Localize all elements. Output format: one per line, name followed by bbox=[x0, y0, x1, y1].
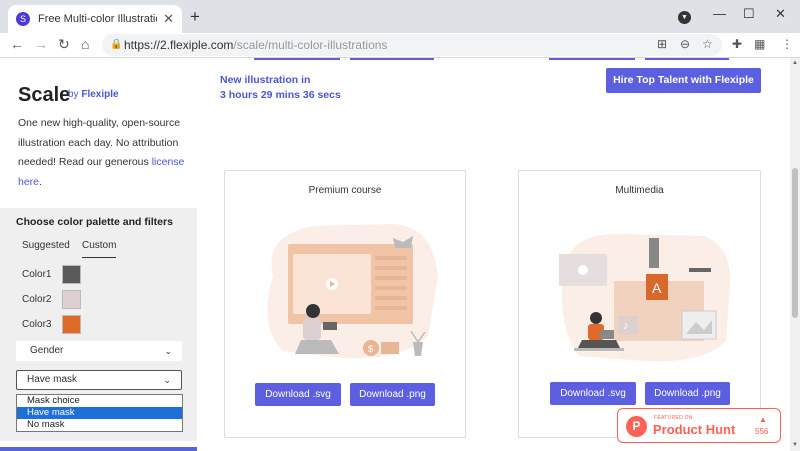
download-png-button[interactable]: Download .png bbox=[645, 382, 730, 405]
tab-title: Free Multi-color Illustrations fo bbox=[38, 13, 157, 25]
color1-label: Color1 bbox=[22, 269, 52, 280]
browser-tab[interactable]: S Free Multi-color Illustrations fo ✕ bbox=[8, 5, 182, 33]
url-host: https://2.flexiple.com bbox=[124, 38, 234, 52]
sidebar-bottom-bar bbox=[0, 447, 197, 451]
product-hunt-name: Product Hunt bbox=[653, 422, 736, 437]
mask-dropdown-list: Mask choice Have mask No mask bbox=[16, 394, 183, 432]
color2-label: Color2 bbox=[22, 294, 52, 305]
mask-option-none[interactable]: No mask bbox=[17, 419, 182, 431]
upvote-triangle-icon: ▲ bbox=[759, 415, 767, 424]
site-favicon-icon: S bbox=[16, 12, 30, 26]
chevron-down-icon: ⌄ bbox=[163, 375, 171, 385]
card-title: Premium course bbox=[308, 185, 382, 196]
card-title: Multimedia bbox=[615, 185, 664, 196]
page-scrollbar[interactable]: ▲ ▼ bbox=[790, 58, 800, 451]
illustration-card-premium-course: Premium course $ Download .svg Download … bbox=[224, 170, 466, 438]
hire-talent-button[interactable]: Hire Top Talent with Flexiple bbox=[606, 68, 761, 93]
color3-label: Color3 bbox=[22, 319, 52, 330]
zoom-icon[interactable]: ⊖ bbox=[680, 37, 690, 51]
product-hunt-logo-icon: P bbox=[626, 416, 647, 437]
download-png-button[interactable]: Download .png bbox=[350, 383, 435, 406]
menu-icon[interactable]: ⋮ bbox=[781, 37, 793, 51]
featured-on-label: FEATURED ON bbox=[654, 415, 693, 421]
gender-select[interactable]: Gender ⌄ bbox=[16, 341, 182, 361]
top-partial-button[interactable] bbox=[254, 58, 340, 60]
new-tab-button[interactable]: + bbox=[190, 7, 200, 27]
home-icon[interactable]: ⌂ bbox=[81, 36, 89, 52]
sidebar: Scale by Flexiple One new high-quality, … bbox=[0, 58, 200, 451]
svg-text:$: $ bbox=[368, 344, 373, 354]
byline-prefix: by bbox=[68, 89, 82, 100]
scroll-up-icon[interactable]: ▲ bbox=[792, 60, 798, 66]
forward-icon[interactable]: → bbox=[34, 36, 48, 52]
page-content: Scale by Flexiple One new high-quality, … bbox=[0, 58, 800, 451]
download-svg-button[interactable]: Download .svg bbox=[550, 382, 636, 405]
top-partial-button[interactable] bbox=[645, 58, 729, 60]
filters-heading: Choose color palette and filters bbox=[16, 216, 173, 228]
description-end: . bbox=[39, 175, 42, 188]
minimize-window-icon[interactable]: — bbox=[713, 6, 726, 21]
gender-select-value: Gender bbox=[30, 345, 64, 356]
address-bar[interactable]: 🔒 https://2.flexiple.com/scale/multi-col… bbox=[102, 34, 722, 56]
profile-icon[interactable]: ▦ bbox=[754, 37, 765, 51]
download-svg-button[interactable]: Download .svg bbox=[255, 383, 341, 406]
lock-icon: 🔒 bbox=[110, 39, 123, 50]
bookmark-star-icon[interactable]: ☆ bbox=[702, 37, 713, 51]
reload-icon[interactable]: ↻ bbox=[58, 36, 70, 53]
company-link[interactable]: Flexiple bbox=[81, 89, 118, 100]
svg-text:♪: ♪ bbox=[623, 320, 629, 332]
sidebar-description: One new high-quality, open-source illust… bbox=[18, 114, 188, 192]
mask-option-have[interactable]: Have mask bbox=[17, 407, 182, 419]
top-partial-button[interactable] bbox=[549, 58, 635, 60]
countdown-time: 3 hours 29 mins 36 secs bbox=[220, 89, 341, 101]
color2-swatch[interactable] bbox=[62, 290, 81, 309]
color1-swatch[interactable] bbox=[62, 265, 81, 284]
tab-suggested[interactable]: Suggested bbox=[22, 240, 70, 251]
close-tab-icon[interactable]: ✕ bbox=[163, 11, 174, 27]
scrollbar-thumb[interactable] bbox=[792, 168, 798, 318]
maximize-window-icon[interactable]: ☐ bbox=[743, 6, 755, 22]
brand-byline: by Flexiple bbox=[68, 89, 119, 100]
scroll-down-icon[interactable]: ▼ bbox=[792, 442, 798, 448]
tab-search-icon[interactable]: ▼ bbox=[678, 11, 691, 24]
browser-tab-bar: S Free Multi-color Illustrations fo ✕ + … bbox=[0, 0, 800, 33]
mask-select[interactable]: Have mask ⌄ bbox=[16, 370, 182, 390]
illustration-card-multimedia: Multimedia A ♪ Download .svg Download .p… bbox=[518, 170, 761, 438]
brand-title: Scale bbox=[18, 84, 71, 106]
countdown-label: New illustration in bbox=[220, 74, 311, 86]
svg-text:A: A bbox=[652, 280, 662, 296]
url-path: /scale/multi-color-illustrations bbox=[233, 38, 388, 52]
product-hunt-badge[interactable]: P FEATURED ON Product Hunt ▲ 556 bbox=[617, 408, 781, 443]
upvote-count: 556 bbox=[755, 427, 769, 436]
color3-swatch[interactable] bbox=[62, 315, 81, 334]
mask-select-value: Have mask bbox=[27, 374, 78, 385]
chevron-down-icon: ⌄ bbox=[164, 346, 172, 356]
premium-course-illustration: $ bbox=[267, 224, 438, 359]
new-illustration-countdown: New illustration in 3 hours 29 mins 36 s… bbox=[220, 73, 341, 103]
top-partial-button[interactable] bbox=[350, 58, 434, 60]
mask-option-choice[interactable]: Mask choice bbox=[17, 395, 182, 407]
tab-custom[interactable]: Custom bbox=[82, 240, 117, 258]
close-window-icon[interactable]: ✕ bbox=[775, 6, 786, 22]
extensions-icon[interactable]: ✚ bbox=[732, 37, 742, 51]
browser-toolbar: ← → ↻ ⌂ 🔒 https://2.flexiple.com/scale/m… bbox=[0, 33, 800, 58]
multimedia-illustration: A ♪ bbox=[559, 233, 731, 362]
translate-icon[interactable]: ⊞ bbox=[657, 37, 667, 51]
back-icon[interactable]: ← bbox=[10, 36, 24, 52]
